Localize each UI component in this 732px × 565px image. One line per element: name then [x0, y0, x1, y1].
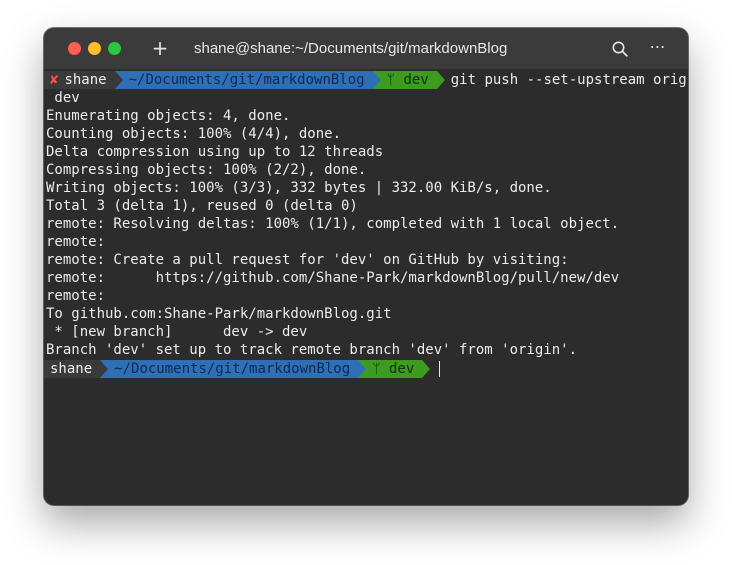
output-line: Writing objects: 100% (3/3), 332 bytes |… [46, 180, 552, 196]
segment-arrow-icon [372, 71, 381, 89]
command-wrap-line: dev [46, 90, 80, 106]
prompt-line: shane ~/Documents/git/markdownBlog ᛘ dev [44, 360, 441, 378]
prompt-branch: ᛘ dev [366, 360, 423, 378]
prompt-branch: ᛘ dev [380, 71, 437, 89]
output-line: remote: Create a pull request for 'dev' … [46, 252, 569, 268]
search-icon[interactable] [611, 40, 629, 58]
output-line: Counting objects: 100% (4/4), done. [46, 126, 342, 142]
title-bar: + shane@shane:~/Documents/git/markdownBl… [44, 28, 688, 69]
output-line: Branch 'dev' set up to track remote bran… [46, 342, 578, 358]
more-icon[interactable]: ⋯ [646, 36, 670, 58]
output-line: * [new branch] dev -> dev [46, 324, 308, 340]
window-title: shane@shane:~/Documents/git/markdownBlog [194, 40, 508, 57]
error-status-icon: ✘ [50, 72, 59, 88]
zoom-button[interactable] [108, 42, 121, 55]
segment-arrow-icon [358, 360, 367, 378]
prompt-user-segment: shane [44, 360, 101, 378]
output-line: Total 3 (delta 1), reused 0 (delta 0) [46, 198, 358, 214]
segment-arrow-icon [100, 360, 109, 378]
text-cursor [439, 361, 441, 377]
prompt-directory: ~/Documents/git/markdownBlog [122, 71, 373, 89]
close-button[interactable] [68, 42, 81, 55]
output-line: To github.com:Shane-Park/markdownBlog.gi… [46, 306, 392, 322]
prompt-user: shane [64, 72, 107, 88]
output-line: remote: [46, 234, 106, 250]
segment-arrow-icon [422, 360, 431, 378]
terminal-output[interactable]: ✘ shane ~/Documents/git/markdownBlog ᛘ de… [44, 69, 688, 505]
output-line: remote: https://github.com/Shane-Park/ma… [46, 270, 620, 286]
prompt-user-segment: ✘ shane [44, 71, 115, 89]
prompt-user: shane [50, 361, 93, 377]
minimize-button[interactable] [88, 42, 101, 55]
terminal-window: + shane@shane:~/Documents/git/markdownBl… [44, 28, 688, 505]
output-line: Enumerating objects: 4, done. [46, 108, 291, 124]
output-line: remote: [46, 288, 106, 304]
plus-icon[interactable]: + [150, 37, 170, 59]
output-line: remote: Resolving deltas: 100% (1/1), co… [46, 216, 620, 232]
output-line: Delta compression using up to 12 threads [46, 144, 384, 160]
output-line: Compressing objects: 100% (2/2), done. [46, 162, 367, 178]
segment-arrow-icon [114, 71, 123, 89]
segment-arrow-icon [436, 71, 445, 89]
prompt-line: ✘ shane ~/Documents/git/markdownBlog ᛘ de… [44, 71, 688, 89]
prompt-directory: ~/Documents/git/markdownBlog [108, 360, 359, 378]
command-text: git push --set-upstream origin [450, 72, 688, 88]
